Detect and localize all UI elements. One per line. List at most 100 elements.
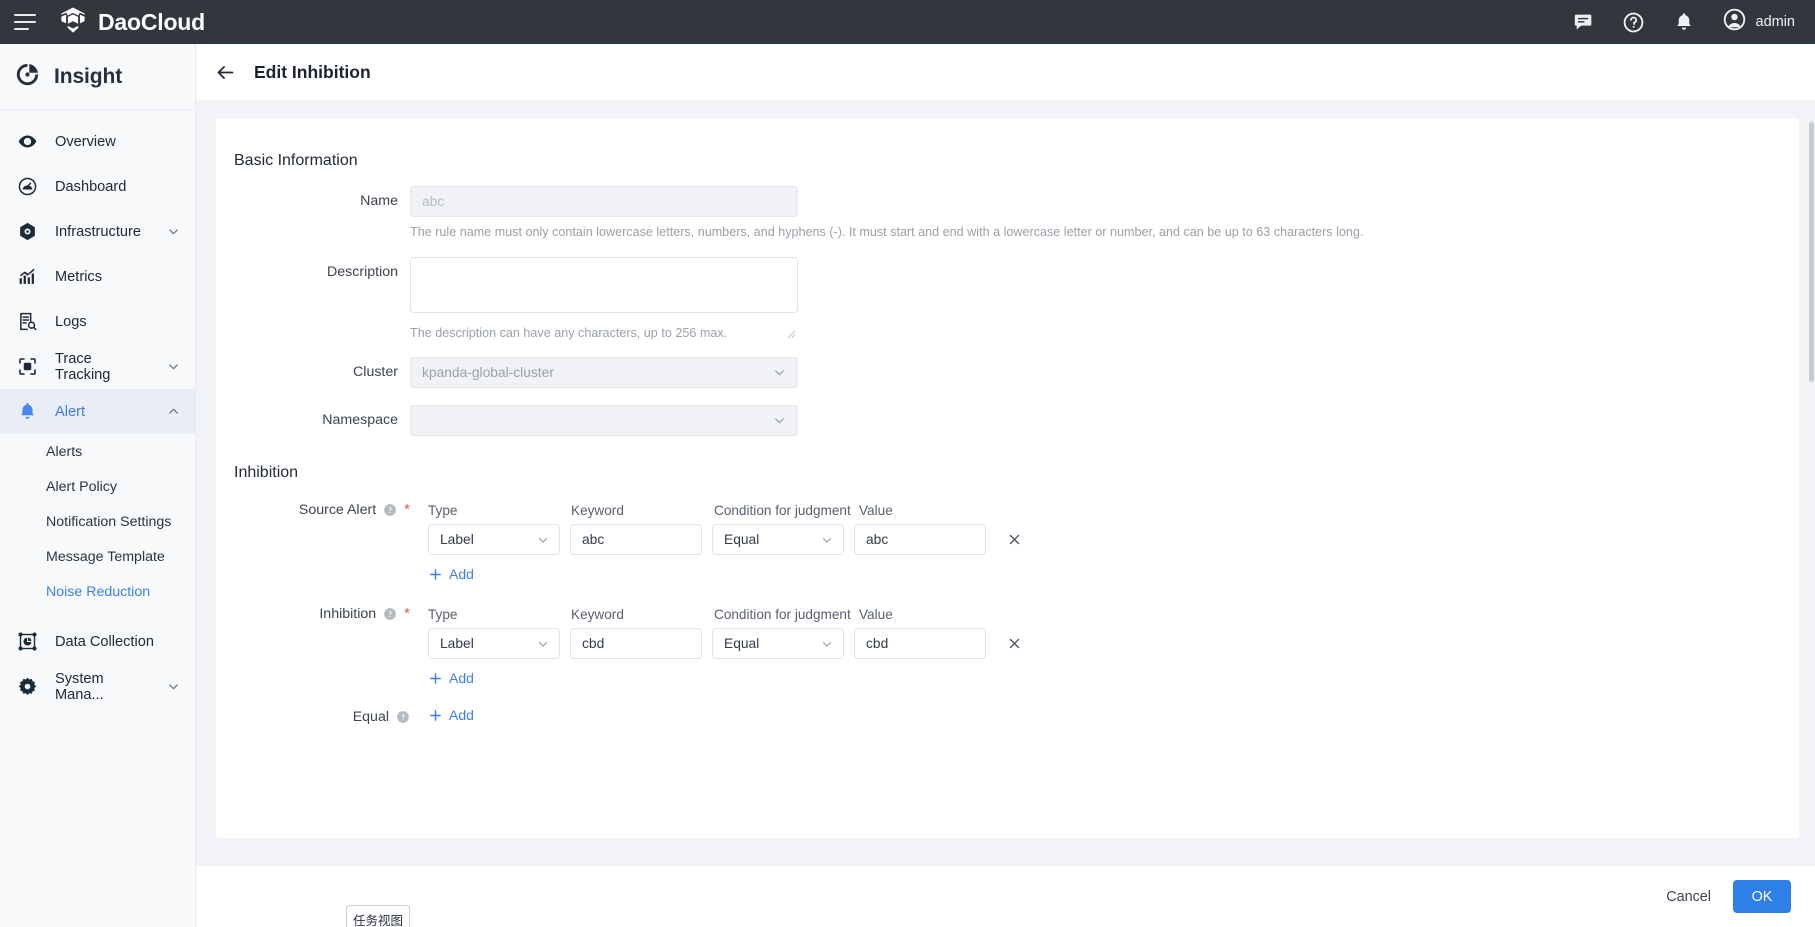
hexagon-icon: [16, 220, 39, 243]
sidebar-item-label: Infrastructure: [55, 223, 141, 240]
question-circle-icon[interactable]: [396, 710, 410, 724]
name-label: Name: [360, 193, 398, 209]
chevron-down-icon[interactable]: [166, 679, 181, 694]
form-card: Basic Information Name The rule name mus…: [216, 118, 1799, 838]
close-icon[interactable]: [1004, 530, 1024, 550]
source-alert-add-button[interactable]: Add: [428, 566, 474, 582]
source-alert-type-value: Label: [440, 532, 474, 547]
equal-add-button[interactable]: Add: [428, 707, 474, 723]
sidebar-item-logs[interactable]: Logs: [0, 299, 195, 344]
column-header-value: Value: [859, 606, 893, 622]
sidebar-nav: Overview Dashboard Infrastructure Metric…: [0, 110, 195, 709]
sidebar-item-label: Logs: [55, 313, 87, 330]
bell-icon: [16, 400, 39, 423]
data-collection-icon: [16, 630, 39, 653]
close-icon[interactable]: [1004, 634, 1024, 654]
sidebar-item-alert-policy[interactable]: Alert Policy: [0, 469, 195, 504]
inhibition-type-value: Label: [440, 636, 474, 651]
page-title: Edit Inhibition: [254, 61, 371, 82]
cluster-select[interactable]: kpanda-global-cluster: [410, 357, 798, 388]
source-alert-label-group: Source Alert *: [234, 500, 410, 520]
sidebar-item-noise-reduction[interactable]: Noise Reduction: [0, 574, 195, 609]
footer-action-bar: Cancel OK: [196, 865, 1815, 927]
ok-button[interactable]: OK: [1733, 880, 1791, 913]
help-icon[interactable]: [1622, 10, 1646, 34]
inhibition-condition-select[interactable]: Equal: [712, 628, 844, 659]
product-header[interactable]: Insight: [0, 44, 195, 110]
inhibition-add-button[interactable]: Add: [428, 670, 474, 686]
sidebar-item-alerts[interactable]: Alerts: [0, 434, 195, 469]
user-name: admin: [1755, 14, 1796, 30]
name-input[interactable]: [410, 186, 798, 217]
product-name: Insight: [54, 64, 123, 88]
question-circle-icon[interactable]: [383, 503, 397, 517]
equal-label: Equal: [352, 709, 389, 725]
inhibition-column-headers: Type Keyword Condition for judgment Valu…: [428, 604, 979, 624]
sidebar-item-metrics[interactable]: Metrics: [0, 254, 195, 299]
column-header-type: Type: [428, 502, 458, 518]
section-title-basic-information: Basic Information: [234, 152, 358, 169]
plus-icon: [428, 671, 443, 686]
sidebar-item-dashboard[interactable]: Dashboard: [0, 164, 195, 209]
inhibition-value-input[interactable]: [854, 628, 986, 659]
source-alert-type-select[interactable]: Label: [428, 524, 560, 555]
column-header-type: Type: [428, 606, 458, 622]
sidebar-item-system-management[interactable]: System Mana...: [0, 664, 195, 709]
sidebar-subitem-label: Notification Settings: [46, 513, 172, 530]
scrollbar-thumb[interactable]: [1809, 122, 1814, 382]
sidebar-item-notification-settings[interactable]: Notification Settings: [0, 504, 195, 539]
sidebar-item-label: Dashboard: [55, 178, 127, 195]
insight-logo-icon: [14, 61, 41, 93]
source-alert-condition-select[interactable]: Equal: [712, 524, 844, 555]
name-hint: The rule name must only contain lowercas…: [410, 225, 1364, 239]
sidebar-item-trace-tracking[interactable]: Trace Tracking: [0, 344, 195, 389]
inhibition-label-group: Inhibition *: [234, 604, 410, 624]
chevron-down-icon: [820, 637, 834, 651]
task-view-chip[interactable]: 任务视图: [346, 905, 410, 927]
inhibition-type-select[interactable]: Label: [428, 628, 560, 659]
sidebar-item-message-template[interactable]: Message Template: [0, 539, 195, 574]
plus-icon: [428, 708, 443, 723]
required-mark: *: [404, 605, 410, 622]
hamburger-icon[interactable]: [14, 14, 36, 30]
chevron-down-icon: [536, 637, 550, 651]
field-row-name: Name The rule name must only contain low…: [234, 186, 1363, 240]
cluster-label: Cluster: [353, 364, 398, 380]
inhibition-keyword-input[interactable]: [570, 628, 702, 659]
source-alert-column-headers: Type Keyword Condition for judgment Valu…: [428, 500, 979, 520]
arrow-left-icon[interactable]: [214, 61, 236, 83]
namespace-select[interactable]: [410, 405, 798, 436]
chevron-down-icon[interactable]: [166, 224, 181, 239]
sidebar-subitem-label: Message Template: [46, 548, 165, 565]
sidebar-item-infrastructure[interactable]: Infrastructure: [0, 209, 195, 254]
brand: DaoCloud: [58, 5, 205, 40]
question-circle-icon[interactable]: [383, 607, 397, 621]
namespace-label: Namespace: [322, 412, 398, 428]
sidebar-item-alert[interactable]: Alert: [0, 389, 195, 434]
sidebar-item-overview[interactable]: Overview: [0, 119, 195, 164]
message-icon[interactable]: [1572, 10, 1596, 34]
equal-label-group: Equal: [234, 707, 410, 727]
add-label: Add: [449, 707, 474, 723]
daocloud-logo-icon: [58, 5, 88, 40]
source-alert-keyword-input[interactable]: [570, 524, 702, 555]
cancel-button[interactable]: Cancel: [1666, 889, 1711, 905]
sidebar-item-data-collection[interactable]: Data Collection: [0, 619, 195, 664]
eye-icon: [16, 130, 39, 153]
sidebar-item-label: Data Collection: [55, 633, 154, 650]
field-row-cluster: Cluster kpanda-global-cluster: [234, 357, 798, 388]
add-label: Add: [449, 566, 474, 582]
user-menu[interactable]: admin: [1722, 7, 1796, 37]
chart-up-icon: [16, 265, 39, 288]
field-row-description: Description The description can have any…: [234, 257, 798, 341]
inhibition-row: Label Equal: [428, 628, 1024, 659]
chevron-down-icon[interactable]: [166, 359, 181, 374]
chevron-up-icon[interactable]: [166, 404, 181, 419]
description-label: Description: [327, 264, 398, 280]
source-alert-condition-value: Equal: [724, 532, 760, 547]
vertical-scrollbar[interactable]: [1808, 118, 1815, 838]
source-alert-value-input[interactable]: [854, 524, 986, 555]
description-textarea[interactable]: [410, 257, 798, 313]
bell-icon[interactable]: [1672, 10, 1696, 34]
gauge-icon: [16, 175, 39, 198]
